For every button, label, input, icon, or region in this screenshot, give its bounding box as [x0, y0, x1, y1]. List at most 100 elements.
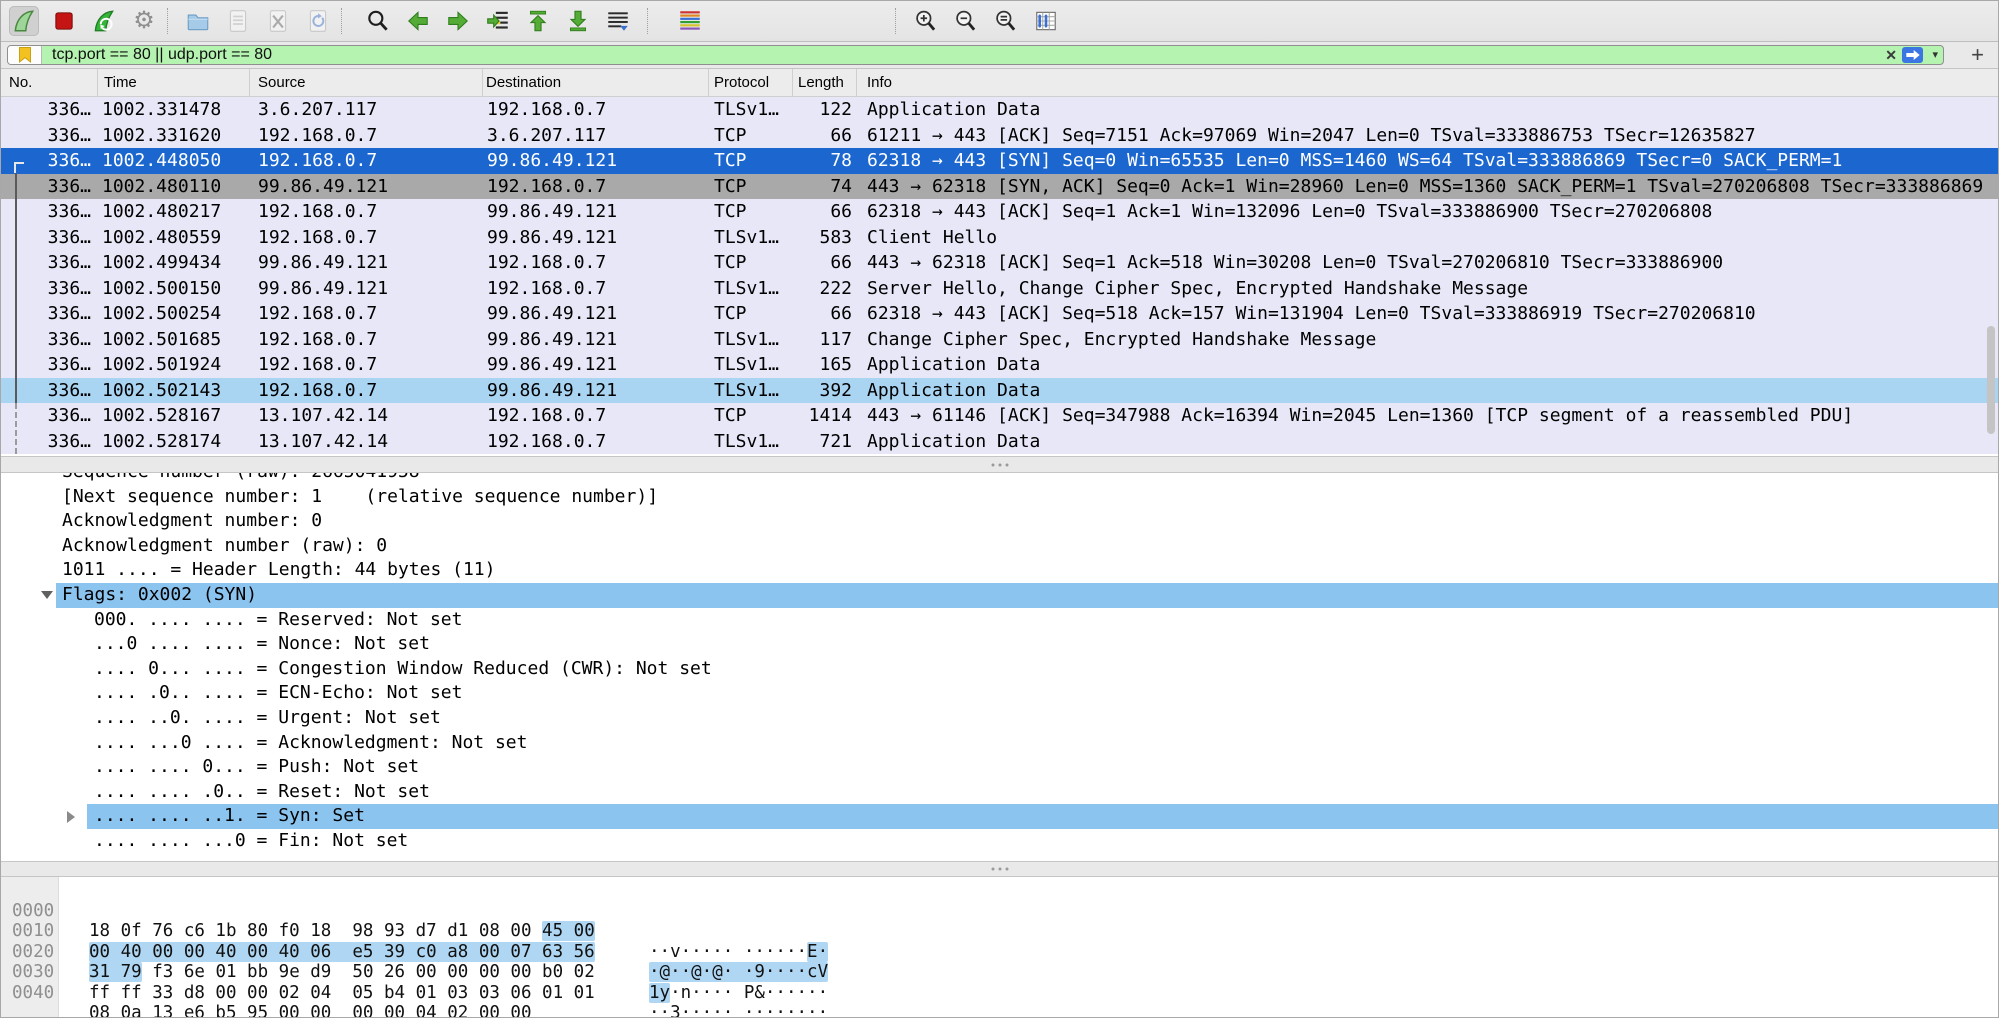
packet-row-9[interactable]: 336…1002.500254192.168.0.799.86.49.121TC… [1, 301, 1998, 327]
detail-line[interactable]: ...0 .... .... = Nonce: Not set [1, 632, 1998, 657]
stream-start-bracket [14, 162, 24, 173]
hex-row[interactable]: 0020 31 79 f3 6e 01 bb 9e d9 50 26 00 00… [1, 921, 1998, 942]
resize-columns-button[interactable] [1031, 6, 1061, 36]
packet-list-header: No. Time Source Destination Protocol Len… [1, 69, 1998, 97]
restart-capture-button[interactable] [89, 6, 119, 36]
stop-square-icon [51, 8, 77, 34]
capture-options-button[interactable]: ⚙ [129, 6, 159, 36]
toolbar-separator [895, 8, 896, 34]
column-header-source[interactable]: Source [250, 69, 483, 96]
bookmark-icon [19, 47, 31, 63]
filter-apply-button[interactable] [1902, 47, 1923, 63]
detail-line[interactable]: Acknowledgment number: 0 [1, 509, 1998, 534]
start-capture-button[interactable] [9, 6, 39, 36]
open-file-button[interactable] [183, 6, 213, 36]
column-header-protocol[interactable]: Protocol [709, 69, 793, 96]
toolbar-separator [167, 8, 168, 34]
reload-file-button[interactable] [303, 6, 333, 36]
zoom-reset-button[interactable] [991, 6, 1021, 36]
zoom-out-button[interactable] [951, 6, 981, 36]
hex-row[interactable]: 0040 08 0a 13 e6 b5 95 00 00 00 00 04 02… [1, 962, 1998, 983]
save-document-icon [225, 8, 251, 34]
shark-fin-icon [11, 8, 37, 34]
packet-row-14[interactable]: 336…1002.52817413.107.42.14192.168.0.7TL… [1, 429, 1998, 455]
filter-add-button[interactable]: + [1971, 42, 1984, 68]
stop-capture-button[interactable] [49, 6, 79, 36]
column-header-time[interactable]: Time [98, 69, 250, 96]
go-last-packet-button[interactable] [563, 6, 593, 36]
hex-row[interactable]: 0000 18 0f 76 c6 1b 80 f0 18 98 93 d7 d1… [1, 880, 1998, 901]
detail-line-flags-selected[interactable]: Flags: 0x002 (SYN) [1, 583, 1998, 608]
stream-line [15, 173, 17, 403]
wireshark-window: ⚙ [0, 0, 1999, 1018]
filter-dropdown-arrow[interactable]: ▾ [1932, 48, 1938, 61]
detail-line[interactable]: .... 0... .... = Congestion Window Reduc… [1, 657, 1998, 682]
folder-icon [185, 8, 211, 34]
filter-expression-text: tcp.port == 80 || udp.port == 80 [52, 46, 272, 64]
packet-detail-pane: Sequence number (raw): 2665041958 [Next … [1, 473, 1998, 861]
filter-clear-button[interactable]: ✕ [1885, 47, 1897, 64]
arrow-up-bar-icon [525, 8, 551, 34]
zoom-out-icon [953, 8, 979, 34]
column-header-length[interactable]: Length [793, 69, 857, 96]
detail-line[interactable]: Sequence number (raw): 2665041958 [1, 473, 1998, 485]
packet-row-12[interactable]: 336…1002.502143192.168.0.799.86.49.121TL… [1, 378, 1998, 404]
go-to-packet-button[interactable] [483, 6, 513, 36]
detail-line[interactable]: .... ..0. .... = Urgent: Not set [1, 706, 1998, 731]
toolbar-separator [647, 8, 648, 34]
go-first-packet-button[interactable] [523, 6, 553, 36]
gear-icon: ⚙ [133, 9, 155, 33]
column-header-no[interactable]: No. [1, 69, 98, 96]
main-toolbar: ⚙ [1, 1, 1998, 42]
packet-row-3-selected[interactable]: 336…1002.448050192.168.0.799.86.49.121TC… [1, 148, 1998, 174]
hex-row[interactable]: 0010 00 40 00 00 40 00 40 06 e5 39 c0 a8… [1, 901, 1998, 922]
expander-open-icon[interactable] [41, 591, 53, 599]
splitter-handle-icon [991, 463, 1008, 466]
goto-packet-icon [485, 8, 511, 34]
arrow-right-icon [445, 8, 471, 34]
filter-toolbar: tcp.port == 80 || udp.port == 80 ✕ ▾ + [1, 42, 1998, 69]
save-file-button[interactable] [223, 6, 253, 36]
detail-line[interactable]: .... ...0 .... = Acknowledgment: Not set [1, 731, 1998, 756]
display-filter-input[interactable]: tcp.port == 80 || udp.port == 80 ✕ ▾ [7, 45, 1944, 65]
hex-row[interactable]: 0030 ff ff 33 d8 00 00 02 04 05 b4 01 03… [1, 942, 1998, 963]
packet-row-7[interactable]: 336…1002.49943499.86.49.121192.168.0.7TC… [1, 250, 1998, 276]
auto-scroll-button[interactable] [603, 6, 633, 36]
detail-line[interactable]: .... .... 0... = Push: Not set [1, 755, 1998, 780]
column-header-destination[interactable]: Destination [483, 69, 709, 96]
detail-line[interactable]: .... .... .0.. = Reset: Not set [1, 780, 1998, 805]
packet-row-1[interactable]: 336…1002.3314783.6.207.117192.168.0.7TLS… [1, 97, 1998, 123]
packet-row-2[interactable]: 336…1002.331620192.168.0.73.6.207.117TCP… [1, 123, 1998, 149]
stream-line-continued [15, 403, 17, 454]
find-packet-button[interactable] [363, 6, 393, 36]
detail-line[interactable]: 000. .... .... = Reserved: Not set [1, 608, 1998, 633]
detail-line[interactable]: Acknowledgment number (raw): 0 [1, 534, 1998, 559]
detail-line-syn-selected[interactable]: .... .... ..1. = Syn: Set [1, 804, 1998, 829]
packet-row-6[interactable]: 336…1002.480559192.168.0.799.86.49.121TL… [1, 225, 1998, 251]
packet-list-scrollbar-thumb[interactable] [1987, 326, 1995, 434]
detail-line[interactable]: [Next sequence number: 1 (relative seque… [1, 485, 1998, 510]
detail-line[interactable]: .... .... ...0 = Fin: Not set [1, 829, 1998, 854]
packet-row-8[interactable]: 336…1002.50015099.86.49.121192.168.0.7TL… [1, 276, 1998, 302]
zoom-in-button[interactable] [911, 6, 941, 36]
packet-row-11[interactable]: 336…1002.501924192.168.0.799.86.49.121TL… [1, 352, 1998, 378]
packet-row-5[interactable]: 336…1002.480217192.168.0.799.86.49.121TC… [1, 199, 1998, 225]
pane-splitter-bottom[interactable] [1, 861, 1998, 877]
colorize-packets-button[interactable] [675, 6, 705, 36]
arrow-left-icon [405, 8, 431, 34]
restart-fin-icon [91, 8, 117, 34]
filter-bookmark-button[interactable] [8, 46, 42, 64]
packet-row-4[interactable]: 336…1002.48011099.86.49.121192.168.0.7TC… [1, 174, 1998, 200]
close-file-button[interactable] [263, 6, 293, 36]
go-back-button[interactable] [403, 6, 433, 36]
packet-row-10[interactable]: 336…1002.501685192.168.0.799.86.49.121TL… [1, 327, 1998, 353]
go-forward-button[interactable] [443, 6, 473, 36]
pane-splitter-top[interactable] [1, 456, 1998, 473]
apply-arrow-icon [1905, 49, 1921, 61]
hex-dump-pane: 0000 18 0f 76 c6 1b 80 f0 18 98 93 d7 d1… [1, 877, 1998, 1018]
detail-line[interactable]: 1011 .... = Header Length: 44 bytes (11) [1, 558, 1998, 583]
detail-line[interactable]: .... .0.. .... = ECN-Echo: Not set [1, 681, 1998, 706]
packet-row-13[interactable]: 336…1002.52816713.107.42.14192.168.0.7TC… [1, 403, 1998, 429]
column-header-info[interactable]: Info [857, 69, 1998, 96]
expander-closed-icon[interactable] [67, 811, 75, 823]
